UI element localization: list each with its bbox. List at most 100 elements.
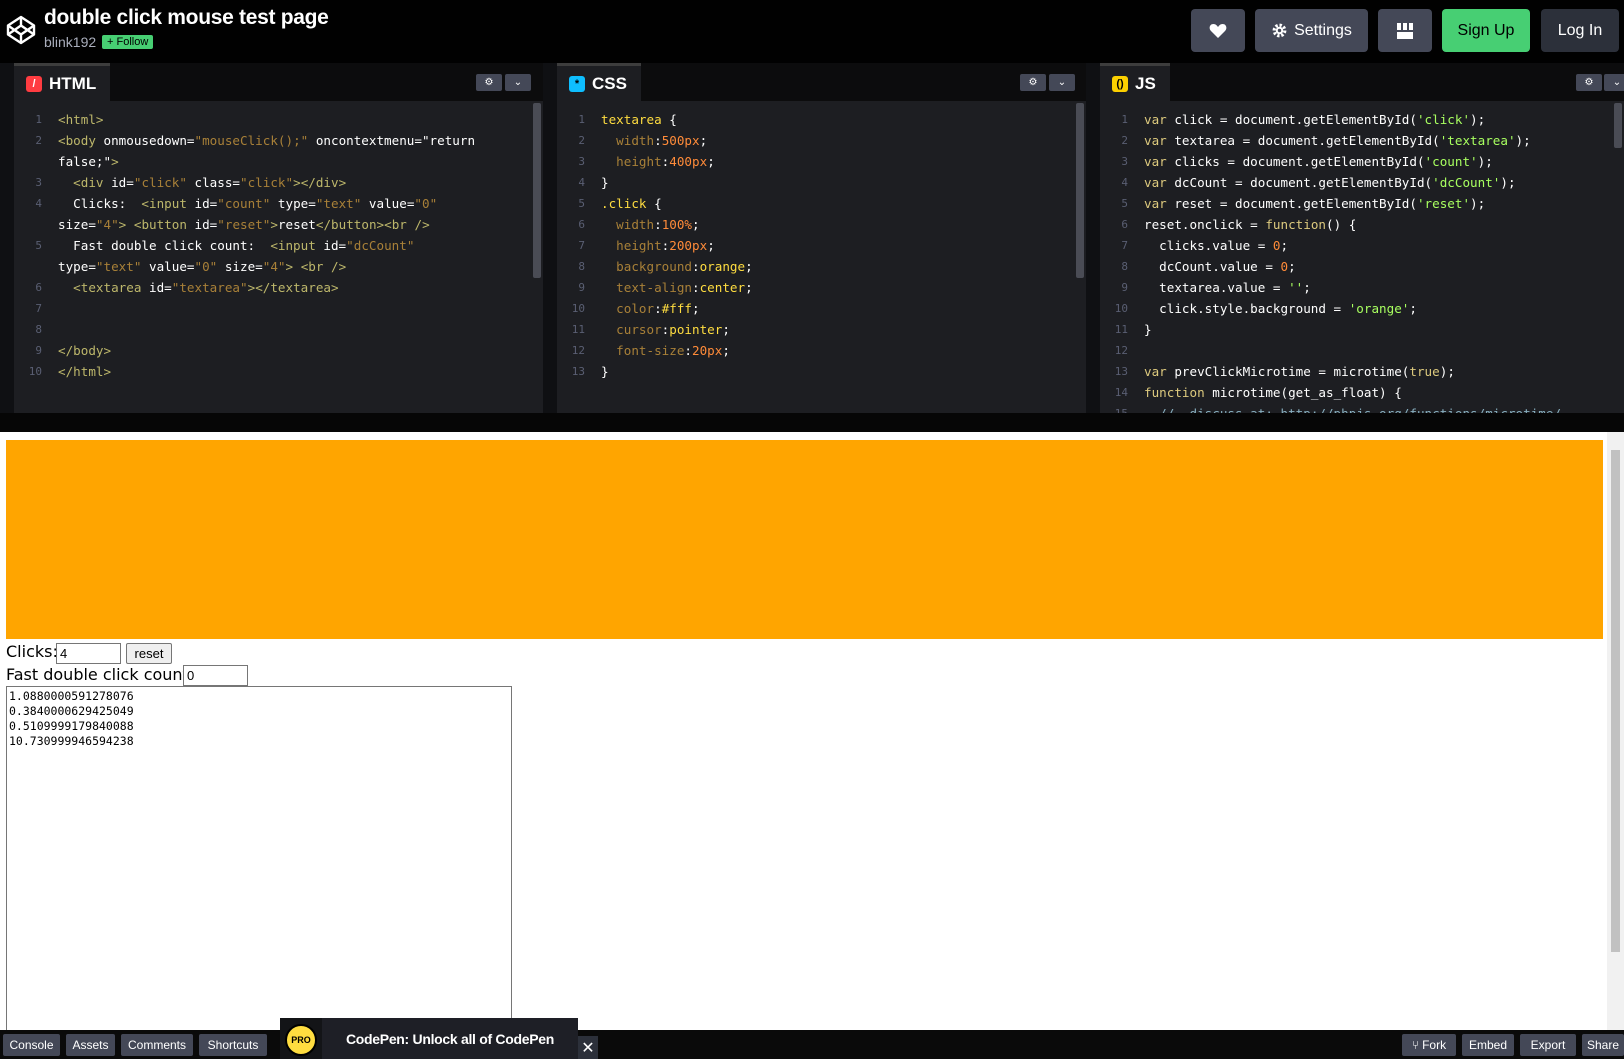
promo-text[interactable]: CodePen: Unlock all of CodePen [322, 1018, 578, 1059]
line-number: 10 [1114, 302, 1128, 315]
html-editor: / HTML ⚙ ⌄ 1 <html> 2 <body onmousedown="mou… [0, 63, 543, 413]
code-line: reset.onclick = function() { [1144, 217, 1357, 232]
code-line: <div id="click" class="click"></div> [73, 175, 347, 190]
css-scrollbar[interactable] [1076, 103, 1084, 278]
code-line: } [1144, 322, 1152, 337]
pen-title[interactable]: double click mouse test page [44, 6, 329, 30]
line-number: 8 [578, 260, 585, 273]
tab-css-label: CSS [592, 73, 627, 93]
line-number: 9 [35, 344, 42, 357]
signup-button[interactable]: Sign Up [1442, 9, 1530, 52]
resize-divider[interactable] [0, 413, 1624, 432]
js-editor-header: () JS ⚙ ⌄ [1100, 63, 1624, 101]
author-name[interactable]: blink192 [44, 34, 96, 50]
code-line: function microtime(get_as_float) { [1144, 385, 1402, 400]
clicks-count-input[interactable]: 4 [56, 643, 121, 664]
share-button[interactable]: Share [1582, 1034, 1624, 1056]
html-scrollbar[interactable] [533, 103, 541, 278]
html-editor-header: / HTML ⚙ ⌄ [14, 63, 543, 101]
css-icon: * [569, 75, 585, 92]
code-line: click.style.background = 'orange'; [1144, 301, 1417, 316]
code-line: var click = document.getElementById('cli… [1144, 112, 1486, 127]
line-number: 9 [578, 281, 585, 294]
settings-button[interactable]: Settings [1255, 9, 1368, 52]
css-settings-button[interactable]: ⚙ [1020, 74, 1046, 91]
pro-badge-icon: PRO [285, 1024, 317, 1056]
textarea-line: 0.3840000629425049 [9, 704, 134, 718]
code-line: Clicks: <input id="count" type="text" va… [58, 196, 438, 211]
layout-icon [1397, 22, 1413, 39]
pro-badge: PRO [280, 1018, 322, 1059]
line-number: 5 [1121, 197, 1128, 210]
code-line: background:orange; [616, 259, 753, 274]
export-button[interactable]: Export [1520, 1034, 1576, 1056]
textarea-line: 0.5109999179840088 [9, 719, 134, 733]
reset-button[interactable]: reset [126, 643, 172, 664]
dc-count-label: Fast double click count: [6, 665, 195, 684]
line-number: 5 [35, 239, 42, 252]
line-number: 8 [35, 323, 42, 336]
html-settings-button[interactable]: ⚙ [476, 74, 502, 91]
tab-html[interactable]: / HTML [14, 63, 111, 101]
layout-button[interactable] [1378, 9, 1432, 52]
timing-textarea[interactable]: 1.0880000591278076 0.3840000629425049 0.… [6, 686, 512, 1032]
shortcuts-button[interactable]: Shortcuts [199, 1034, 267, 1056]
editor-area: / HTML ⚙ ⌄ 1 <html> 2 <body onmousedown="mou… [0, 63, 1624, 413]
code-line: var clicks = document.getElementById('co… [1144, 154, 1493, 169]
line-number: 7 [578, 239, 585, 252]
line-number: 4 [1121, 176, 1128, 189]
dc-count-input[interactable]: 0 [183, 665, 248, 686]
code-line: color:#fff; [616, 301, 700, 316]
css-code[interactable]: 1 textarea {2 width:500px; 3 height:400px;… [557, 106, 1074, 413]
preview-scrollbar[interactable] [1607, 432, 1624, 1030]
code-line: </html> [58, 364, 112, 379]
embed-button[interactable]: Embed [1462, 1034, 1514, 1056]
code-line: type="text" value="0" size="4"> <br /> [58, 259, 347, 274]
code-line: dcCount.value = 0; [1144, 259, 1296, 274]
fork-icon: ⑂ [1411, 1038, 1420, 1052]
assets-button[interactable]: Assets [66, 1034, 115, 1056]
line-number: 8 [1121, 260, 1128, 273]
js-collapse-button[interactable]: ⌄ [1604, 74, 1624, 91]
heart-icon [1209, 23, 1227, 38]
tab-css[interactable]: * CSS [557, 63, 641, 101]
code-line: var textarea = document.getElementById('… [1144, 133, 1531, 148]
line-number: 3 [578, 155, 585, 168]
line-number: 6 [1121, 218, 1128, 231]
js-icon: () [1112, 75, 1128, 92]
code-line: cursor:pointer; [616, 322, 730, 337]
line-number: 3 [1121, 155, 1128, 168]
html-collapse-button[interactable]: ⌄ [505, 74, 531, 91]
html-code[interactable]: 1 <html> 2 <body onmousedown="mouseClick();… [14, 106, 531, 413]
line-number: 1 [1121, 113, 1128, 126]
comments-button[interactable]: Comments [121, 1034, 193, 1056]
line-number: 13 [571, 365, 585, 378]
login-button[interactable]: Log In [1541, 9, 1619, 52]
js-code[interactable]: 1 var click = document.getElementById('cl… [1100, 106, 1612, 413]
console-button[interactable]: Console [3, 1034, 60, 1056]
code-line: var prevClickMicrotime = microtime(true)… [1144, 364, 1455, 379]
fork-button[interactable]: ⑂ Fork [1402, 1034, 1456, 1056]
code-line: .click { [601, 196, 662, 211]
code-line: size="4"> <button id="reset">reset</butt… [58, 217, 430, 232]
code-line: width:100%; [616, 217, 700, 232]
code-line: textarea.value = ''; [1144, 280, 1311, 295]
line-number: 9 [1121, 281, 1128, 294]
code-line: text-align:center; [616, 280, 753, 295]
code-line: var reset = document.getElementById('res… [1144, 196, 1486, 211]
close-promo-button[interactable]: ✕ [578, 1036, 598, 1059]
line-number: 11 [1114, 323, 1128, 336]
click-area[interactable] [6, 440, 1603, 639]
pro-promo-banner[interactable]: PRO CodePen: Unlock all of CodePen [280, 1018, 578, 1059]
follow-button[interactable]: + Follow [102, 35, 154, 49]
preview-scroll-thumb[interactable] [1611, 450, 1620, 952]
js-scrollbar[interactable] [1614, 103, 1622, 148]
code-line: <textarea id="textarea"></textarea> [73, 280, 339, 295]
codepen-logo-icon[interactable] [5, 14, 37, 46]
like-button[interactable] [1191, 9, 1245, 52]
html-icon: / [26, 75, 42, 92]
line-number: 7 [1121, 239, 1128, 252]
css-collapse-button[interactable]: ⌄ [1049, 74, 1075, 91]
js-settings-button[interactable]: ⚙ [1576, 74, 1602, 91]
tab-js[interactable]: () JS [1100, 63, 1170, 101]
